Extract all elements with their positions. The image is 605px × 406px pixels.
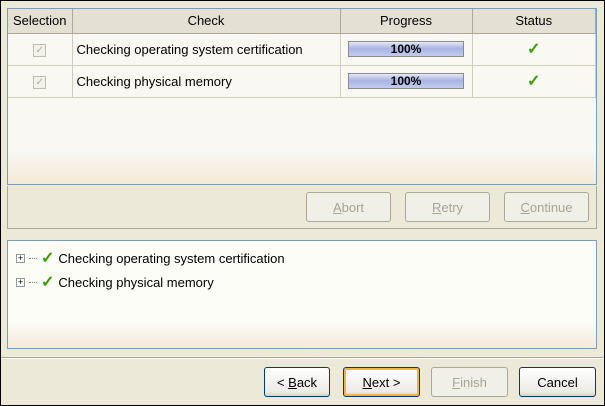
table-header: Selection Check Progress Status [8, 9, 596, 34]
abort-button[interactable]: Abort [306, 192, 391, 222]
check-mark-icon: ✓ [527, 73, 541, 90]
selection-checkbox[interactable]: ✓ [33, 44, 47, 57]
header-selection[interactable]: Selection [8, 9, 73, 34]
expand-icon[interactable]: + [16, 277, 25, 287]
check-mark-icon: ✓ [41, 274, 55, 291]
back-button[interactable]: < Back [264, 367, 330, 397]
finish-button[interactable]: Finish [431, 367, 508, 397]
retry-button[interactable]: Retry [405, 192, 490, 222]
tree-node[interactable]: + ✓ Checking operating system certificat… [16, 248, 285, 268]
table-row[interactable]: ✓ Checking operating system certificatio… [8, 32, 596, 66]
checks-table: Selection Check Progress Status ✓ Checki… [7, 8, 597, 185]
progress-bar: 100% [348, 41, 464, 57]
installer-window: Selection Check Progress Status ✓ Checki… [1, 1, 604, 405]
tree-node-label: Checking physical memory [58, 274, 214, 290]
check-mark-icon: ✓ [41, 250, 55, 267]
check-name: Checking physical memory [71, 64, 341, 98]
table-row[interactable]: ✓ Checking physical memory 100% ✓ [8, 64, 596, 98]
tree-node-label: Checking operating system certification [58, 250, 285, 266]
tree-node[interactable]: + ✓ Checking physical memory [16, 272, 214, 292]
check-mark-icon: ✓ [527, 41, 541, 58]
selection-checkbox[interactable]: ✓ [33, 76, 47, 89]
header-status[interactable]: Status [471, 9, 596, 34]
action-bar: Abort Retry Continue [7, 186, 597, 229]
progress-bar: 100% [348, 73, 464, 89]
check-name: Checking operating system certification [71, 32, 341, 66]
header-check[interactable]: Check [71, 9, 341, 34]
cancel-button[interactable]: Cancel [519, 367, 596, 397]
next-button[interactable]: Next > [343, 367, 420, 397]
divider [1, 357, 604, 359]
expand-icon[interactable]: + [16, 253, 25, 263]
continue-button[interactable]: Continue [504, 192, 589, 222]
results-tree: + ✓ Checking operating system certificat… [7, 240, 597, 349]
header-progress[interactable]: Progress [339, 9, 473, 34]
